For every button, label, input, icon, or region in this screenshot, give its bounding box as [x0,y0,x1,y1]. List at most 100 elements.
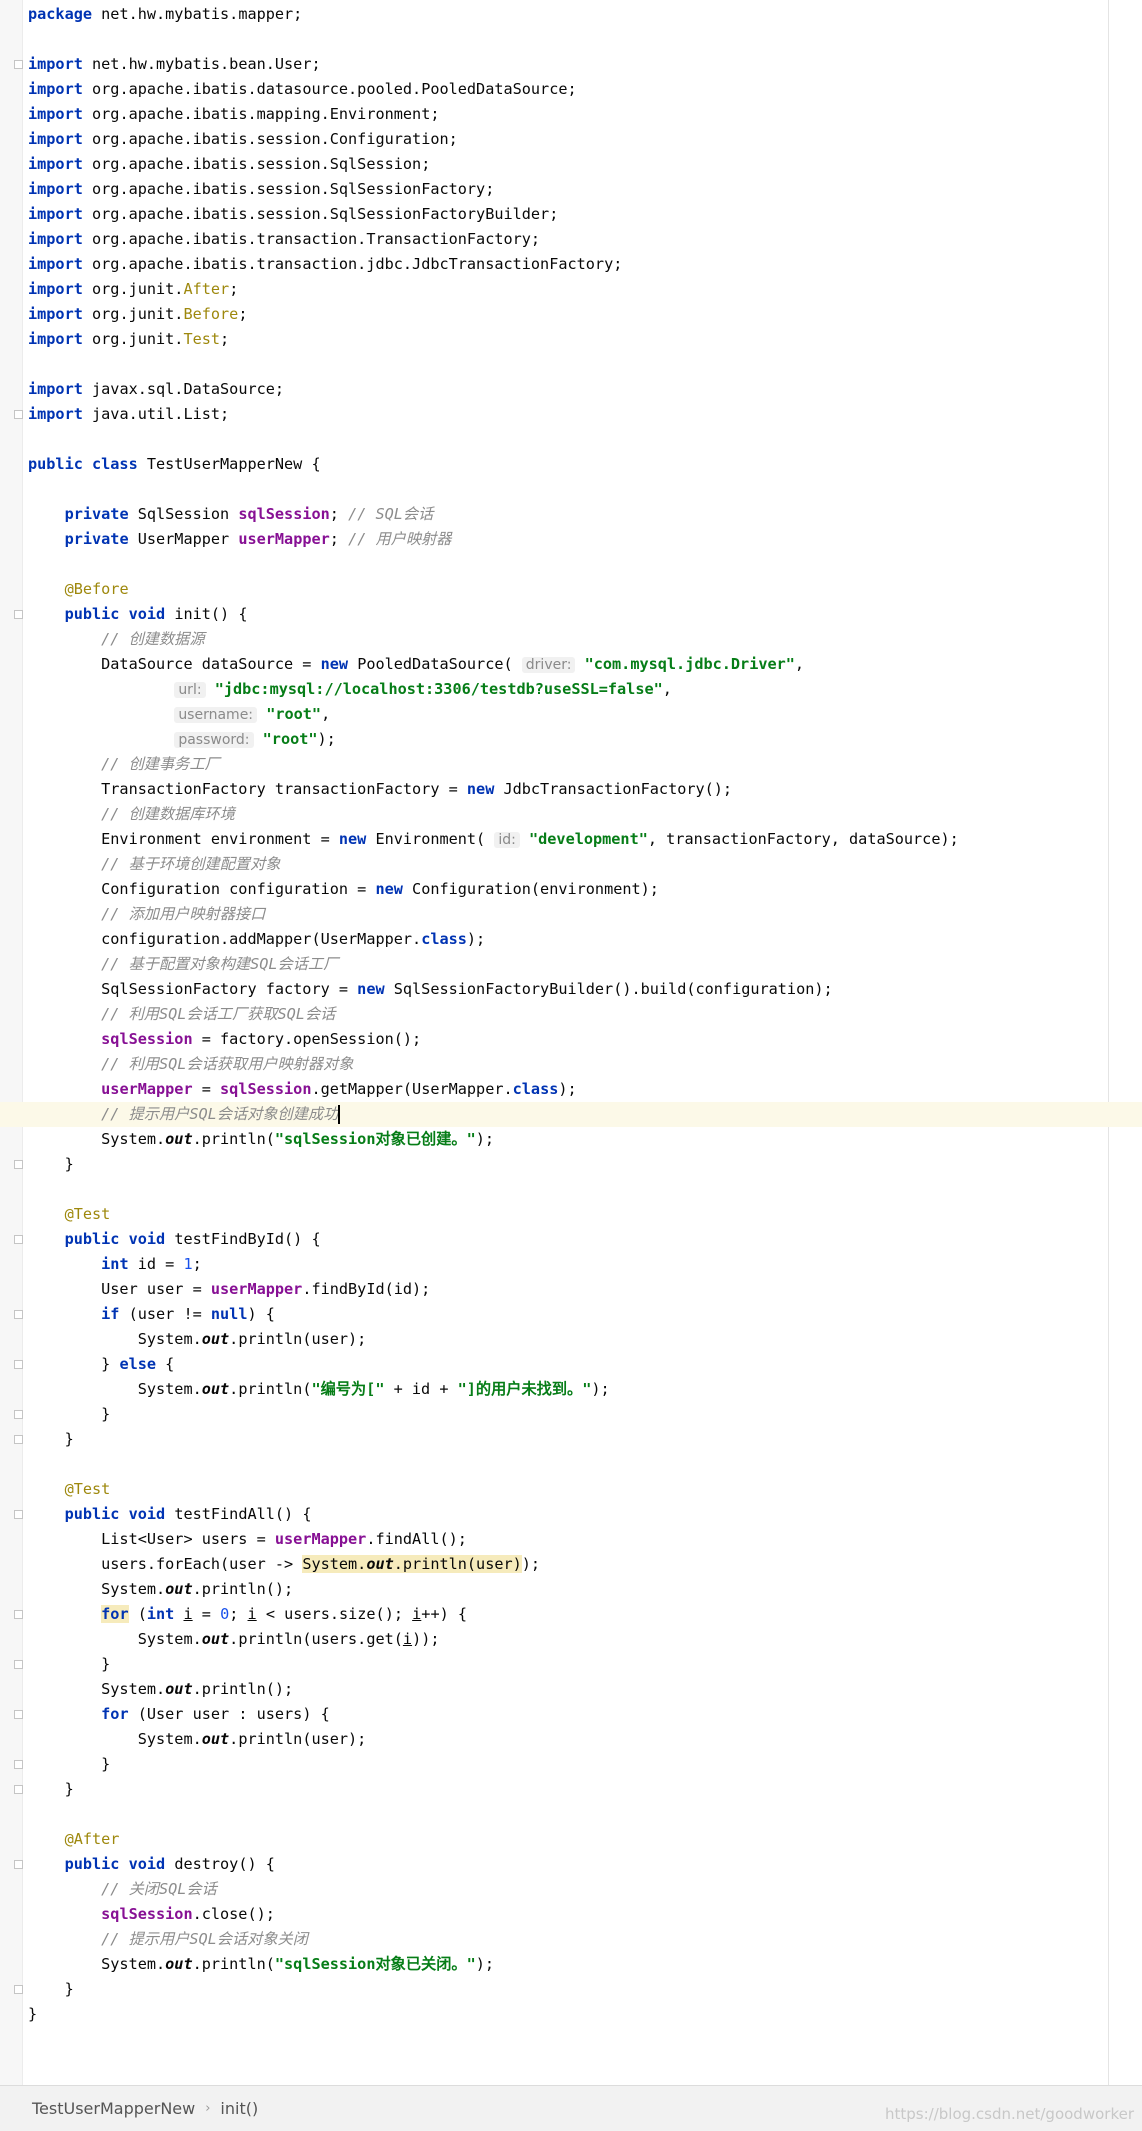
param-hint-driver: driver: [521,657,576,673]
code-line: public class TestUserMapperNew { [28,455,321,473]
code-line: DataSource dataSource = new PooledDataSo… [28,655,805,673]
code-line: System.out.println("sqlSession对象已关闭。"); [28,1955,495,1973]
code-line: List<User> users = userMapper.findAll(); [28,1530,467,1548]
code-line: import org.apache.ibatis.transaction.Tra… [28,230,541,248]
code-line: } [28,1155,74,1173]
fold-marker-icon[interactable] [14,1660,23,1669]
param-hint-password: password: [174,732,254,748]
breadcrumb: TestUserMapperNew › init() https://blog.… [0,2085,1142,2131]
code-line: // 利用SQL会话获取用户映射器对象 [101,1055,354,1073]
code-line: public void init() { [64,605,248,623]
text-caret [338,1105,340,1124]
code-line: private SqlSession sqlSession; // SQL会话 [64,505,434,523]
code-line: userMapper = sqlSession.getMapper(UserMa… [101,1080,577,1098]
code-line: // 创建数据源 [101,630,205,648]
fold-marker-icon[interactable] [14,410,23,419]
code-line: User user = userMapper.findById(id); [28,1280,431,1298]
code-line: } [28,1655,111,1673]
code-area[interactable]: package net.hw.mybatis.mapper; import ne… [0,2,1142,2027]
code-line: @After [64,1830,120,1848]
code-line: private UserMapper userMapper; // 用户映射器 [64,530,452,548]
code-line: // 提示用户SQL会话对象关闭 [101,1930,308,1948]
code-line: System.out.println(); [28,1680,294,1698]
code-line: // 创建事务工厂 [101,755,220,773]
fold-marker-icon[interactable] [14,1710,23,1719]
code-line: // 利用SQL会话工厂获取SQL会话 [101,1005,336,1023]
code-line: } else { [28,1355,175,1373]
code-line: configuration.addMapper(UserMapper.class… [28,930,486,948]
code-line: sqlSession.close(); [101,1905,275,1923]
code-line: public void destroy() { [64,1855,275,1873]
code-line: } [28,1430,74,1448]
code-line: import org.apache.ibatis.session.SqlSess… [28,155,431,173]
fold-marker-icon[interactable] [14,1510,23,1519]
right-margin-guide [1108,0,1109,2085]
code-line: users.forEach(user -> System.out.println… [28,1555,541,1573]
code-line: import org.apache.ibatis.session.Configu… [28,130,458,148]
code-line: System.out.println(user); [28,1730,367,1748]
code-line: // 基于环境创建配置对象 [101,855,281,873]
code-line: } [28,1405,111,1423]
code-line: public void testFindById() { [64,1230,321,1248]
code-line: // 添加用户映射器接口 [101,905,266,923]
code-line: } [28,2005,38,2023]
fold-marker-icon[interactable] [14,1860,23,1869]
breadcrumb-item-method[interactable]: init() [214,2099,264,2118]
code-line: for (User user : users) { [101,1705,330,1723]
code-line: // 关闭SQL会话 [101,1880,217,1898]
code-line: System.out.println(users.get(i)); [28,1630,440,1648]
code-line: import org.junit.After; [28,280,239,298]
code-line: TransactionFactory transactionFactory = … [28,780,733,798]
code-line: System.out.println(); [28,1580,294,1598]
code-line: import org.junit.Before; [28,305,248,323]
code-line: } [28,1755,111,1773]
fold-marker-icon[interactable] [14,1785,23,1794]
code-line: import java.util.List; [28,405,230,423]
code-line: import org.apache.ibatis.session.SqlSess… [28,180,495,198]
fold-marker-icon[interactable] [14,1310,23,1319]
code-line: // 创建数据库环境 [101,805,235,823]
code-line: password: "root"); [28,727,1108,752]
code-line: url: "jdbc:mysql://localhost:3306/testdb… [28,677,1108,702]
code-line: username: "root", [28,702,1108,727]
code-line: System.out.println("编号为[" + id + "]的用户未找… [28,1380,610,1398]
code-line: // 基于配置对象构建SQL会话工厂 [101,955,339,973]
code-line: } [28,1980,74,1998]
fold-marker-icon[interactable] [14,1435,23,1444]
fold-marker-icon[interactable] [14,1760,23,1769]
code-editor[interactable]: package net.hw.mybatis.mapper; import ne… [0,0,1142,2085]
fold-marker-icon[interactable] [14,1360,23,1369]
code-line: import net.hw.mybatis.bean.User; [28,55,321,73]
code-line: Environment environment = new Environmen… [28,830,959,848]
code-line: sqlSession = factory.openSession(); [101,1030,422,1048]
code-line: @Before [64,580,129,598]
fold-marker-icon[interactable] [14,60,23,69]
param-hint-url: url: [174,682,206,698]
code-line: System.out.println(user); [28,1330,367,1348]
code-line: import org.apache.ibatis.session.SqlSess… [28,205,559,223]
code-line: package net.hw.mybatis.mapper; [28,5,303,23]
code-line: SqlSessionFactory factory = new SqlSessi… [28,980,833,998]
fold-marker-icon[interactable] [14,610,23,619]
code-line: import org.apache.ibatis.mapping.Environ… [28,105,440,123]
fold-marker-icon[interactable] [14,1235,23,1244]
code-line: import org.apache.ibatis.transaction.jdb… [28,255,623,273]
fold-marker-icon[interactable] [14,1160,23,1169]
fold-marker-icon[interactable] [14,1610,23,1619]
code-line: } [28,1780,74,1798]
code-line: @Test [64,1205,111,1223]
fold-marker-icon[interactable] [14,1985,23,1994]
breadcrumb-item-class[interactable]: TestUserMapperNew [26,2099,201,2118]
param-hint-username: username: [174,707,258,723]
fold-marker-icon[interactable] [14,1410,23,1419]
code-line: for (int i = 0; i < users.size(); i++) { [101,1605,468,1623]
code-line: public void testFindAll() { [64,1505,312,1523]
